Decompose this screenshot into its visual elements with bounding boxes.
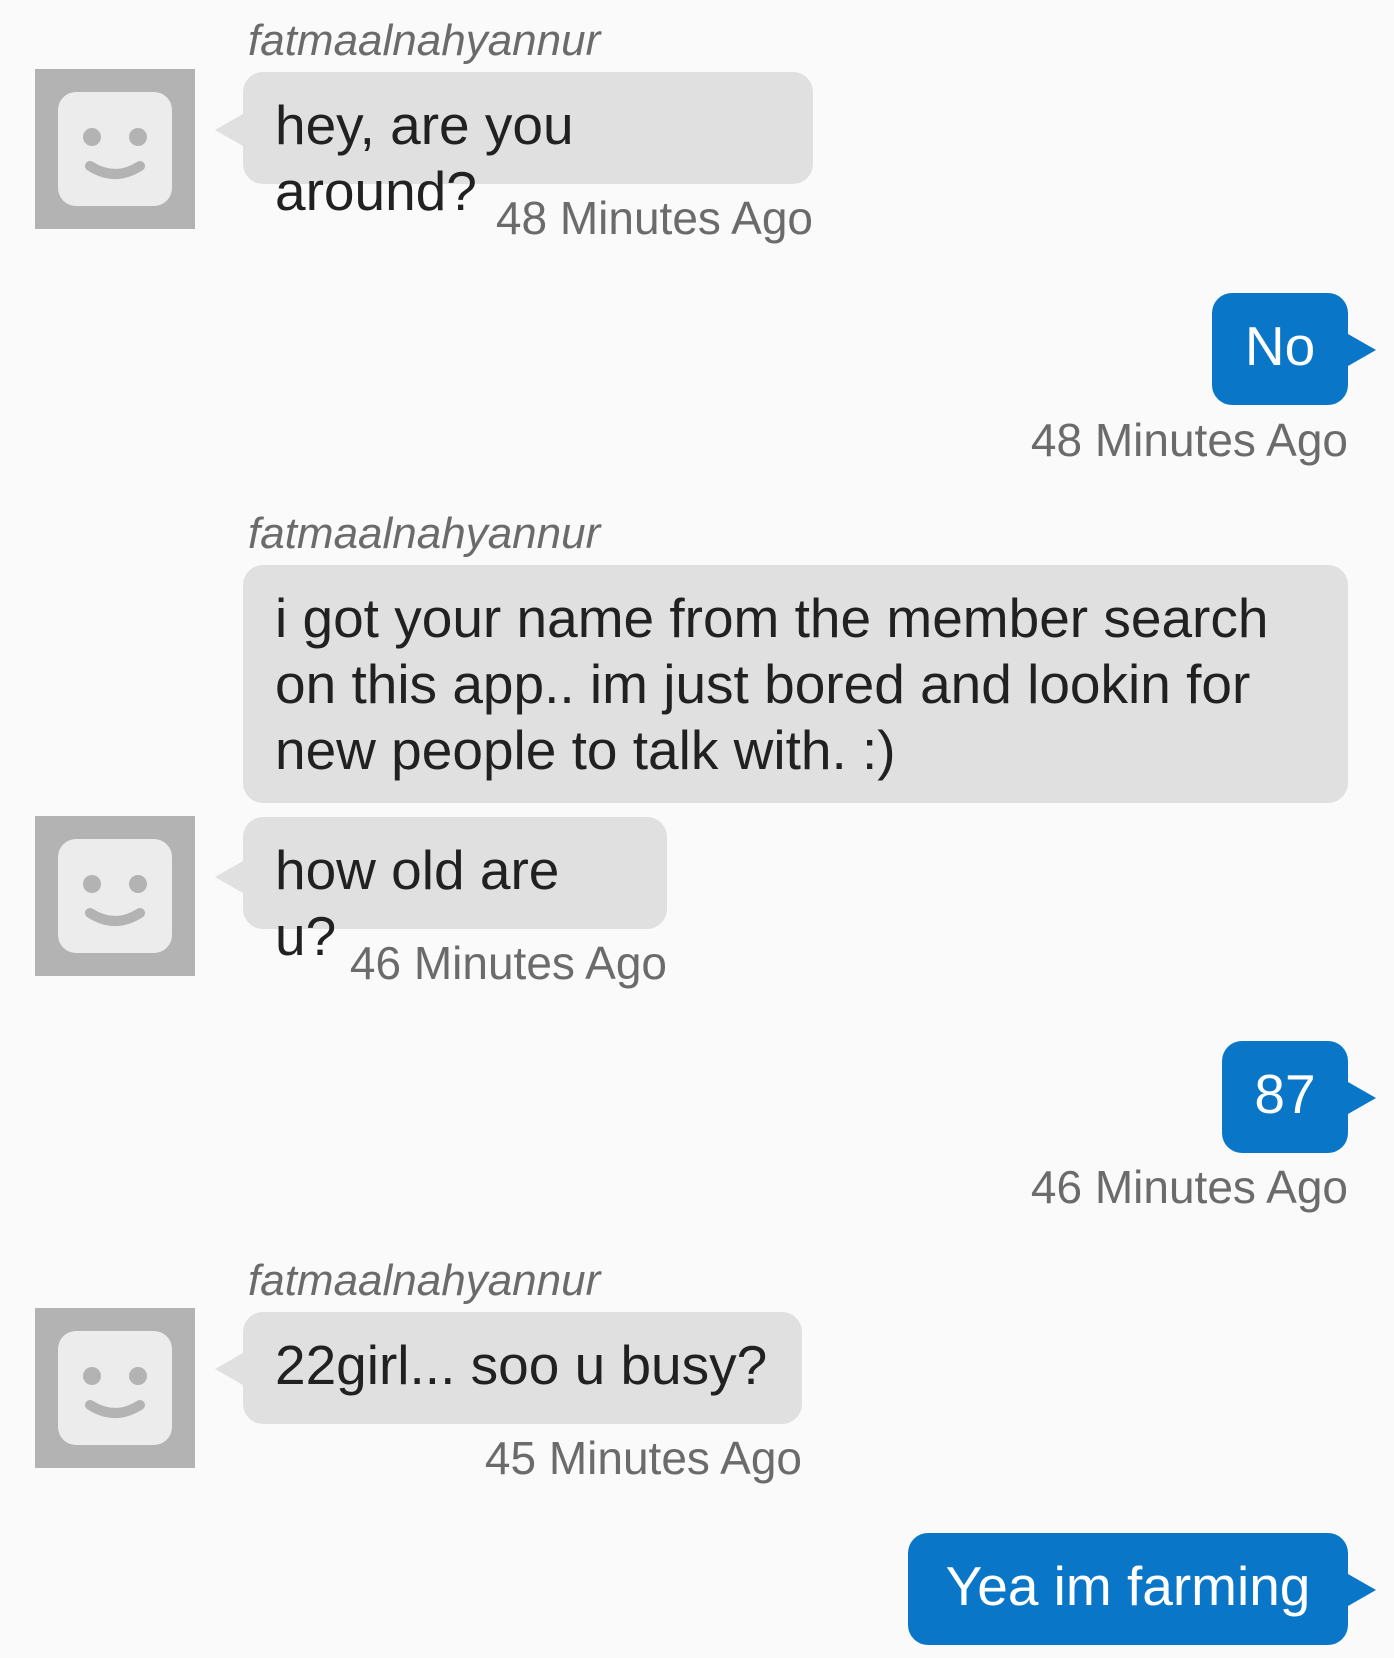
incoming-message-bubble[interactable]: how old are u?	[243, 817, 667, 967]
bubble-tail	[1348, 334, 1376, 366]
message-text: 22girl... soo u busy?	[275, 1334, 768, 1396]
incoming-message-bubble[interactable]: hey, are you around?	[243, 72, 813, 222]
sender-name: fatmaalnahyannur	[248, 16, 601, 65]
outgoing-message-bubble[interactable]: No	[1212, 293, 1348, 405]
contact-avatar[interactable]	[35, 1308, 195, 1468]
smiley-face-avatar-icon	[58, 1331, 172, 1445]
message-timestamp: 48 Minutes Ago	[1030, 414, 1348, 466]
bubble-tail	[1348, 1082, 1376, 1114]
message-timestamp: 46 Minutes Ago	[1030, 1161, 1348, 1213]
message-timestamp: 48 Minutes Ago	[495, 192, 813, 244]
message-timestamp: 46 Minutes Ago	[349, 937, 667, 989]
incoming-message-bubble[interactable]: i got your name from the member search o…	[243, 565, 1348, 803]
incoming-message-bubble[interactable]: 22girl... soo u busy?	[243, 1312, 802, 1424]
message-text: No	[1244, 315, 1316, 377]
message-text: 87	[1254, 1063, 1316, 1125]
sender-name: fatmaalnahyannur	[248, 1256, 601, 1305]
contact-avatar[interactable]	[35, 69, 195, 229]
message-timestamp: 45 Minutes Ago	[484, 1432, 802, 1484]
sender-name: fatmaalnahyannur	[248, 509, 601, 558]
outgoing-message-bubble[interactable]: 87	[1222, 1041, 1348, 1153]
bubble-tail	[1348, 1574, 1376, 1606]
bubble-tail	[215, 1353, 243, 1385]
bubble-tail	[215, 114, 243, 146]
contact-avatar[interactable]	[35, 816, 195, 976]
smiley-face-avatar-icon	[58, 92, 172, 206]
message-text: Yea im farming	[945, 1555, 1311, 1617]
bubble-tail	[215, 861, 243, 893]
smiley-face-avatar-icon	[58, 839, 172, 953]
outgoing-message-bubble[interactable]: Yea im farming	[908, 1533, 1348, 1645]
message-text: i got your name from the member search o…	[275, 587, 1269, 781]
